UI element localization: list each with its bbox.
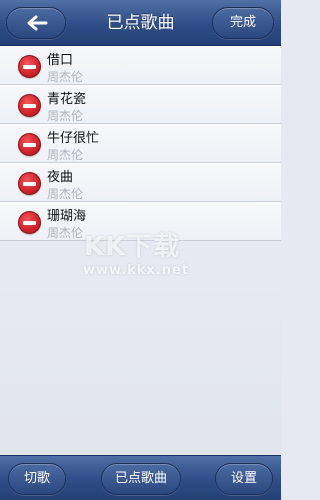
song-list: 借口 周杰伦 青花瓷 周杰伦 牛仔很忙 周杰伦 夜曲 周杰伦 珊瑚海 周杰伦 [0,46,281,241]
app: 已点歌曲 完成 借口 周杰伦 青花瓷 周杰伦 牛仔很忙 周杰伦 夜曲 周杰伦 珊… [0,0,281,500]
list-item[interactable]: 借口 周杰伦 [0,46,281,85]
settings-button[interactable]: 设置 [215,463,273,495]
song-title: 夜曲 [47,170,74,185]
watermark-url: www.kkx.net [83,263,190,278]
delete-icon[interactable] [18,55,41,78]
played-songs-button[interactable]: 已点歌曲 [101,463,181,495]
delete-icon[interactable] [18,172,41,195]
song-title: 珊瑚海 [47,209,87,224]
back-button[interactable] [6,7,66,39]
top-bar: 已点歌曲 完成 [0,0,281,46]
bottom-bar: 切歌 已点歌曲 设置 [0,455,281,500]
arrow-left-icon [27,15,48,31]
delete-icon[interactable] [18,133,41,156]
song-artist: 周杰伦 [47,187,84,201]
song-artist: 周杰伦 [47,109,84,123]
list-item[interactable]: 牛仔很忙 周杰伦 [0,124,281,163]
list-item[interactable]: 青花瓷 周杰伦 [0,85,281,124]
list-item[interactable]: 夜曲 周杰伦 [0,163,281,202]
delete-icon[interactable] [18,94,41,117]
song-title: 借口 [47,53,74,68]
cut-song-button[interactable]: 切歌 [8,463,66,495]
song-artist: 周杰伦 [47,226,84,240]
song-artist: 周杰伦 [47,70,84,84]
done-button[interactable]: 完成 [212,7,274,39]
song-artist: 周杰伦 [47,148,84,162]
delete-icon[interactable] [18,211,41,234]
song-title: 青花瓷 [47,92,87,107]
song-title: 牛仔很忙 [47,131,100,146]
watermark-logo: KK下载 [84,232,181,262]
